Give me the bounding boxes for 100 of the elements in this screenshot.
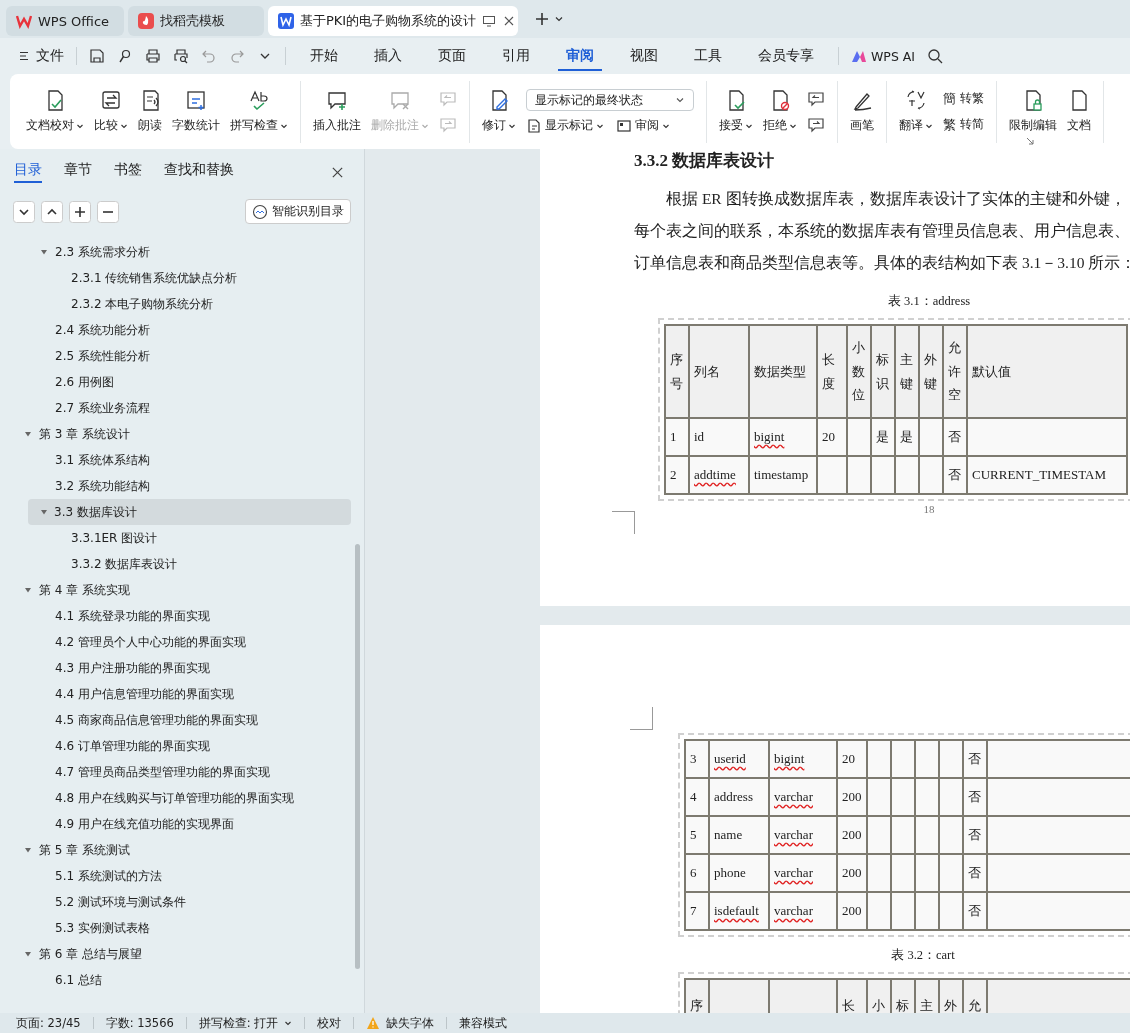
outline-item[interactable]: 3.1 系统体系结构 — [0, 447, 351, 473]
ribbon-tab[interactable]: 引用 — [494, 41, 538, 71]
outline-item[interactable]: 3.2 系统功能结构 — [0, 473, 351, 499]
word-count[interactable]: 字数: 13566 — [105, 1015, 174, 1031]
outline-item[interactable]: 3.3 数据库设计 — [28, 499, 351, 525]
outline-item[interactable]: 第 6 章 总结与展望 — [0, 941, 351, 967]
search-icon[interactable] — [927, 48, 944, 64]
scrollbar[interactable] — [355, 544, 360, 969]
collapse-triangle-icon[interactable] — [24, 430, 32, 438]
outline-item[interactable]: 4.4 用户信息管理功能的界面实现 — [0, 681, 351, 707]
file-menu[interactable]: 文件 — [36, 47, 64, 65]
previous-comment-icon[interactable] — [807, 89, 825, 108]
ribbon-button[interactable]: 限制编辑 — [1005, 85, 1061, 138]
expand-corner-icon[interactable] — [1026, 137, 1034, 145]
outline-item[interactable]: 5.1 系统测试的方法 — [0, 863, 351, 889]
proofread-button[interactable]: 校对 — [317, 1015, 342, 1031]
outline-item[interactable]: 2.5 系统性能分析 — [0, 343, 351, 369]
ribbon-button[interactable]: 插入批注 — [309, 85, 365, 138]
markup-dropdown[interactable]: 显示标记的最终状态 — [526, 89, 694, 111]
outline-item[interactable]: 4.1 系统登录功能的界面实现 — [0, 603, 351, 629]
outline-item[interactable]: 4.3 用户注册功能的界面实现 — [0, 655, 351, 681]
close-icon[interactable] — [331, 165, 344, 179]
app-tab[interactable]: WPS Office — [6, 6, 124, 36]
smart-toc-button[interactable]: 智能识别目录 — [245, 199, 351, 224]
ribbon-tab[interactable]: 会员专享 — [750, 41, 822, 71]
outline-item[interactable]: 3.3.2 数据库表设计 — [0, 551, 351, 577]
ribbon-button[interactable]: 画笔 — [846, 85, 878, 138]
collapse-triangle-icon[interactable] — [24, 586, 32, 594]
outline-item[interactable]: 3.3.1ER 图设计 — [0, 525, 351, 551]
expand-down-button[interactable] — [13, 200, 35, 223]
outline-item[interactable]: 4.7 管理员商品类型管理功能的界面实现 — [0, 759, 351, 785]
save-icon[interactable] — [89, 48, 105, 64]
outline-item[interactable]: 2.3.1 传统销售系统优缺点分析 — [0, 265, 351, 291]
outline-item[interactable]: 4.8 用户在线购买与订单管理功能的界面实现 — [0, 785, 351, 811]
menu-icon[interactable] — [18, 50, 30, 62]
print-preview-icon[interactable] — [173, 48, 189, 64]
ribbon-tab[interactable]: 插入 — [366, 41, 410, 71]
collapse-triangle-icon[interactable] — [24, 846, 32, 854]
ribbon-button[interactable]: 修订 — [478, 85, 520, 138]
table-header-cell: 序号 — [665, 325, 689, 418]
outline-item[interactable]: 2.6 用例图 — [0, 369, 351, 395]
app-tab[interactable]: 找稻壳模板 — [128, 6, 264, 36]
outline-item[interactable]: 2.4 系统功能分析 — [0, 317, 351, 343]
outline-item[interactable]: 5.2 测试环境与测试条件 — [0, 889, 351, 915]
tab-title: 找稻壳模板 — [160, 12, 225, 30]
spellcheck-toggle[interactable]: 拼写检查: 打开 — [198, 1015, 293, 1031]
sidebar-tab[interactable]: 查找和替换 — [164, 161, 234, 183]
wps-ai-button[interactable]: WPS AI — [871, 48, 916, 64]
outline-item[interactable]: 第 3 章 系统设计 — [0, 421, 351, 447]
outline-item[interactable]: 4.6 订单管理功能的界面实现 — [0, 733, 351, 759]
outline-item[interactable]: 4.9 用户在线充值功能的实现界面 — [0, 811, 351, 837]
outline-item[interactable]: 第 5 章 系统测试 — [0, 837, 351, 863]
outline-item[interactable]: 6.1 总结 — [0, 967, 351, 993]
sidebar-tab[interactable]: 章节 — [64, 161, 92, 183]
ribbon-button[interactable]: 朗读 — [134, 85, 166, 138]
page-count[interactable]: 页面: 23/45 — [16, 1015, 81, 1031]
margin-corner-mark — [630, 707, 653, 730]
sidebar-tab[interactable]: 书签 — [114, 161, 142, 183]
new-tab-icon[interactable] — [534, 11, 550, 27]
collapse-triangle-icon[interactable] — [40, 248, 48, 256]
print-icon[interactable] — [145, 48, 161, 64]
add-button[interactable] — [69, 200, 91, 223]
sidebar-tab[interactable]: 目录 — [14, 161, 42, 183]
monitor-icon[interactable] — [482, 14, 497, 28]
tab-title: 基于PKI的电子购物系统的设计 — [300, 12, 477, 30]
ribbon-button[interactable]: 繁 转简 — [943, 115, 984, 134]
collapse-up-button[interactable] — [41, 200, 63, 223]
outline-item[interactable]: 4.5 商家商品信息管理功能的界面实现 — [0, 707, 351, 733]
ribbon-tab[interactable]: 工具 — [686, 41, 730, 71]
ribbon-tab[interactable]: 审阅 — [558, 41, 602, 71]
ribbon-button[interactable]: 审阅 — [616, 117, 670, 134]
ribbon-tab[interactable]: 开始 — [302, 41, 346, 71]
outline-item[interactable]: 4.2 管理员个人中心功能的界面实现 — [0, 629, 351, 655]
ribbon-tab[interactable]: 页面 — [430, 41, 474, 71]
outline-item[interactable]: 2.3.2 本电子购物系统分析 — [0, 291, 351, 317]
next-comment-icon[interactable] — [807, 115, 825, 134]
outline-item[interactable]: 5.3 实例测试表格 — [0, 915, 351, 941]
ribbon-button[interactable]: 字数统计 — [168, 85, 224, 138]
remove-button[interactable] — [97, 200, 119, 223]
missing-fonts-button[interactable]: 缺失字体 — [386, 1015, 435, 1031]
collapse-triangle-icon[interactable] — [24, 950, 32, 958]
table-cell: 20 — [817, 418, 847, 456]
ribbon-button[interactable]: 翻译 — [895, 85, 937, 138]
ribbon-button[interactable]: 显示标记 — [526, 117, 604, 134]
ribbon-tab[interactable]: 视图 — [622, 41, 666, 71]
outline-item[interactable]: 2.7 系统业务流程 — [0, 395, 351, 421]
margin-corner-mark — [612, 511, 635, 534]
ribbon-button[interactable]: 接受 — [715, 85, 757, 138]
table-cell — [891, 778, 915, 816]
outline-item[interactable]: 第 4 章 系统实现 — [0, 577, 351, 603]
ribbon-button[interactable]: 簡 转繁 — [943, 89, 984, 108]
collapse-triangle-icon[interactable] — [40, 508, 48, 516]
ribbon-button[interactable]: 文档 — [1063, 85, 1095, 138]
ribbon-button[interactable]: 比较 — [90, 85, 132, 138]
chevron-down-icon[interactable] — [554, 14, 564, 24]
app-tab[interactable]: 基于PKI的电子购物系统的设计 — [268, 6, 518, 36]
ribbon-button[interactable]: 拼写检查 — [226, 85, 292, 138]
ribbon-button[interactable]: 文档校对 — [22, 85, 88, 138]
outline-item[interactable]: 2.3 系统需求分析 — [0, 239, 351, 265]
ribbon-button[interactable]: 拒绝 — [759, 85, 801, 138]
